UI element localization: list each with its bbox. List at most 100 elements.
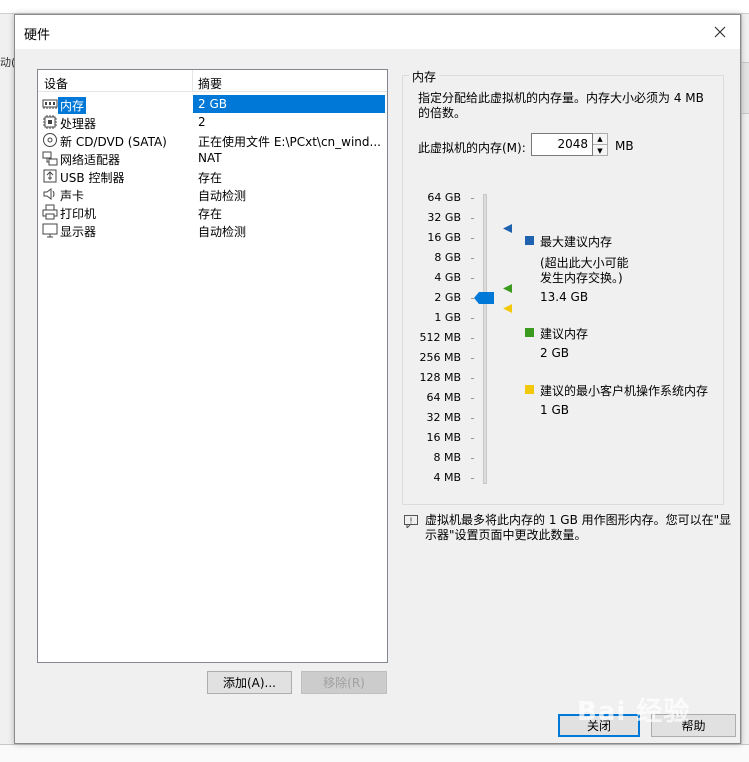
remove-button[interactable]: 移除(R) (301, 671, 387, 694)
background-menu-text: 动(H (0, 56, 14, 69)
recommended-marker (503, 284, 512, 293)
memory-spinner[interactable]: ▲ ▼ (593, 133, 608, 156)
device-summary: NAT (198, 151, 222, 165)
device-list[interactable]: 设备 摘要 内存 2 GB 处理器 2 新 CD/DVD (SATA) 正在使用… (37, 69, 388, 663)
scale-tick-mark (471, 398, 474, 399)
scale-tick-mark (471, 218, 474, 219)
scale-tick-label: 2 GB (434, 291, 461, 304)
device-row-processor[interactable]: 处理器 2 (38, 113, 387, 131)
scale-tick-mark (471, 358, 474, 359)
scale-tick-label: 256 MB (419, 351, 461, 364)
scale-tick-mark (471, 278, 474, 279)
device-summary: 正在使用文件 E:\PCxt\cn_wind... (198, 135, 381, 149)
legend-max-title: 最大建议内存 (540, 235, 613, 249)
device-name: 显示器 (60, 225, 97, 239)
legend-guest-min-title: 建议的最小客户机操作系统内存 (540, 384, 709, 398)
memory-unit: MB (615, 139, 634, 153)
legend-swatch-recommended (525, 328, 534, 337)
legend-recommended-title: 建议内存 (540, 327, 589, 341)
background-window-bottom (0, 744, 749, 762)
info-icon (404, 515, 418, 528)
scale-tick-label: 8 GB (434, 251, 461, 264)
legend-max-note: 发生内存交换。) (540, 271, 623, 285)
network-icon (42, 150, 58, 166)
device-row-display[interactable]: 显示器 自动检测 (38, 221, 387, 239)
scale-tick-mark (471, 238, 474, 239)
device-name: 新 CD/DVD (SATA) (60, 135, 167, 149)
memory-input[interactable]: 2048 (531, 133, 593, 156)
scale-tick-mark (471, 338, 474, 339)
scale-tick-mark (471, 198, 474, 199)
scale-tick-label: 1 GB (434, 311, 461, 324)
hardware-dialog: 硬件 设备 摘要 内存 2 GB 处理器 2 新 CD/DVD (SATA) 正… (14, 14, 741, 744)
dialog-titlebar: 硬件 (15, 15, 740, 49)
device-list-header: 设备 摘要 (38, 70, 387, 92)
scale-tick-label: 4 MB (433, 471, 461, 484)
spin-down-icon[interactable]: ▼ (593, 145, 607, 156)
scale-tick-mark (471, 438, 474, 439)
scale-tick-label: 16 MB (426, 431, 461, 444)
add-button[interactable]: 添加(A)... (207, 671, 292, 694)
device-summary: 2 GB (198, 97, 227, 111)
device-summary: 2 (198, 115, 206, 129)
scale-tick-label: 64 MB (426, 391, 461, 404)
guest-min-marker (503, 304, 512, 313)
spin-up-icon[interactable]: ▲ (593, 134, 607, 145)
watermark-logo: Bai 经验 (577, 697, 691, 727)
device-name: 内存 (58, 97, 87, 114)
scale-tick-label: 8 MB (433, 451, 461, 464)
dialog-title: 硬件 (24, 28, 51, 43)
memory-slider-track[interactable] (483, 194, 487, 484)
legend-max-value: 13.4 GB (540, 290, 589, 304)
device-name: USB 控制器 (60, 171, 125, 185)
device-row-cd-dvd[interactable]: 新 CD/DVD (SATA) 正在使用文件 E:\PCxt\cn_wind..… (38, 131, 387, 149)
usb-icon (42, 168, 58, 184)
legend-swatch-max (525, 236, 534, 245)
background-window-left: 动(H (0, 14, 14, 744)
scale-tick-label: 4 GB (434, 271, 461, 284)
memory-group-title: 内存 (409, 68, 440, 85)
scale-tick-mark (471, 258, 474, 259)
scale-tick-mark (471, 378, 474, 379)
scale-tick-mark (471, 458, 474, 459)
device-row-sound[interactable]: 声卡 自动检测 (38, 185, 387, 203)
device-row-printer[interactable]: 打印机 存在 (38, 203, 387, 221)
device-name: 网络适配器 (60, 153, 121, 167)
device-summary: 自动检测 (198, 189, 247, 203)
legend-recommended-value: 2 GB (540, 346, 569, 360)
memory-slider-thumb[interactable] (474, 292, 494, 307)
memory-icon (42, 96, 58, 112)
device-row-usb[interactable]: USB 控制器 存在 (38, 167, 387, 185)
legend-guest-min-value: 1 GB (540, 403, 569, 417)
column-header-summary[interactable]: 摘要 (198, 75, 222, 92)
device-summary: 自动检测 (198, 225, 247, 239)
cpu-icon (42, 114, 58, 130)
device-name: 声卡 (60, 189, 85, 203)
scale-tick-label: 128 MB (419, 371, 461, 384)
scale-tick-label: 32 MB (426, 411, 461, 424)
graphics-memory-info: 虚拟机最多将此内存的 1 GB 用作图形内存。您可以在"显示器"设置页面中更改此… (425, 513, 732, 542)
memory-label: 此虚拟机的内存(M): (418, 141, 526, 155)
background-window-top (0, 0, 749, 14)
column-header-device[interactable]: 设备 (44, 75, 68, 92)
printer-icon (42, 204, 58, 220)
legend-swatch-guest-min (525, 385, 534, 394)
device-name: 打印机 (60, 207, 97, 221)
device-row-memory[interactable]: 内存 2 GB (38, 95, 387, 114)
scale-tick-mark (471, 418, 474, 419)
scale-tick-label: 512 MB (419, 331, 461, 344)
scale-tick-label: 16 GB (427, 231, 461, 244)
device-summary: 存在 (198, 171, 223, 185)
cd-icon (42, 132, 58, 148)
device-summary: 存在 (198, 207, 223, 221)
scale-tick-mark (471, 478, 474, 479)
device-name: 处理器 (60, 117, 97, 131)
monitor-icon (42, 222, 58, 238)
close-icon[interactable] (700, 15, 740, 49)
device-row-network[interactable]: 网络适配器 NAT (38, 149, 387, 167)
memory-group: 内存 指定分配给此虚拟机的内存量。内存大小必须为 4 MB 的倍数。 此虚拟机的… (402, 68, 724, 505)
scale-tick-mark (471, 318, 474, 319)
speaker-icon (42, 186, 58, 202)
memory-description: 指定分配给此虚拟机的内存量。内存大小必须为 4 MB 的倍数。 (418, 91, 704, 120)
scale-tick-label: 32 GB (427, 211, 461, 224)
